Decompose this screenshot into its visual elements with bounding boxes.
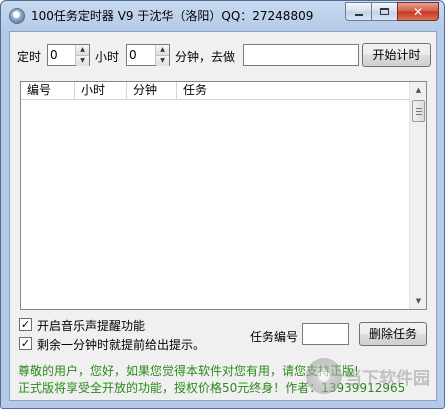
- checkmark-icon: ✓: [20, 318, 31, 331]
- column-header-hours[interactable]: 小时: [75, 82, 127, 100]
- scrollbar-thumb[interactable]: [412, 100, 425, 122]
- title-bar[interactable]: 100任务定时器 V9 于沈华（洛阳）QQ：27248809 ✕: [1, 1, 444, 31]
- task-list[interactable]: 编号 小时 分钟 任务 ▲ ▼: [20, 81, 427, 310]
- delete-task-button[interactable]: 删除任务: [359, 322, 427, 346]
- column-header-minutes[interactable]: 分钟: [127, 82, 177, 100]
- grip-line: [416, 108, 422, 109]
- column-header-task[interactable]: 任务: [177, 82, 411, 100]
- client-area: 定时 0 ▲ ▼ 小时 0 ▲ ▼ 分钟，去做 开始计时 编号 小时 分钟 任务: [9, 31, 437, 401]
- maximize-button[interactable]: [371, 2, 397, 21]
- task-list-header: 编号 小时 分钟 任务: [21, 82, 411, 100]
- arrow-down-icon[interactable]: ▼: [76, 55, 89, 66]
- timer-prefix-label: 定时: [17, 50, 42, 64]
- app-window: 100任务定时器 V9 于沈华（洛阳）QQ：27248809 ✕ 定时 0 ▲ …: [0, 0, 445, 409]
- arrow-up-icon[interactable]: ▲: [156, 45, 169, 55]
- music-alert-checkbox[interactable]: ✓: [19, 318, 32, 331]
- start-timer-button[interactable]: 开始计时: [362, 43, 431, 67]
- scroll-up-icon[interactable]: ▲: [411, 82, 426, 98]
- music-alert-label[interactable]: 开启音乐声提醒功能: [37, 317, 145, 334]
- hours-label: 小时: [95, 50, 120, 64]
- minutes-spinner-arrows: ▲ ▼: [155, 45, 169, 66]
- clock-icon[interactable]: [9, 8, 25, 24]
- hours-spinner[interactable]: 0 ▲ ▼: [47, 44, 90, 66]
- task-number-input[interactable]: [302, 323, 349, 345]
- maximize-icon: [380, 8, 389, 15]
- caption-buttons: ✕: [345, 2, 439, 21]
- grip-line: [416, 114, 422, 115]
- watermark-logo: ↓ 当下软件园: [306, 358, 430, 394]
- watermark-text: 当下软件园: [345, 368, 430, 389]
- arrow-up-icon[interactable]: ▲: [76, 45, 89, 55]
- checkmark-icon: ✓: [20, 337, 31, 350]
- column-header-number[interactable]: 编号: [21, 82, 75, 100]
- minutes-spinner[interactable]: 0 ▲ ▼: [126, 44, 170, 66]
- window-title: 100任务定时器 V9 于沈华（洛阳）QQ：27248809: [31, 9, 314, 23]
- one-minute-warning-checkbox[interactable]: ✓: [19, 337, 32, 350]
- close-icon: ✕: [412, 4, 424, 19]
- minimize-icon: [354, 13, 363, 16]
- minutes-label: 分钟，去做: [175, 50, 236, 64]
- minimize-button[interactable]: [345, 2, 371, 21]
- minutes-value[interactable]: 0: [127, 45, 155, 65]
- arrow-down-icon[interactable]: ▼: [156, 55, 169, 66]
- vertical-scrollbar[interactable]: ▲ ▼: [409, 82, 426, 309]
- hours-spinner-arrows: ▲ ▼: [75, 45, 89, 66]
- grip-line: [416, 111, 422, 112]
- watermark-icon: ↓: [306, 358, 342, 394]
- close-button[interactable]: ✕: [397, 2, 439, 21]
- task-input[interactable]: [243, 44, 359, 66]
- task-number-label: 任务编号: [250, 330, 299, 344]
- hours-value[interactable]: 0: [48, 45, 75, 65]
- one-minute-warning-label[interactable]: 剩余一分钟时就提前给出提示。: [37, 336, 205, 353]
- scroll-down-icon[interactable]: ▼: [411, 293, 426, 309]
